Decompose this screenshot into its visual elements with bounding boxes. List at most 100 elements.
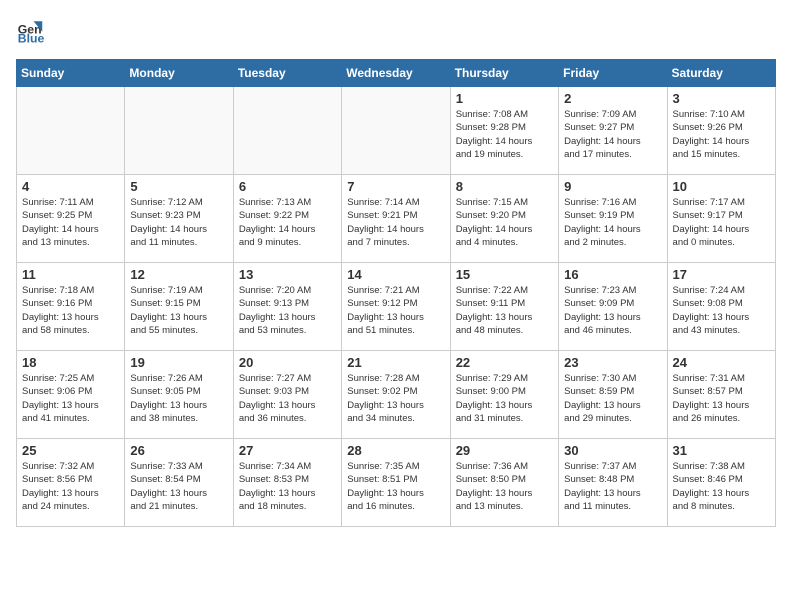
calendar-cell: 3Sunrise: 7:10 AM Sunset: 9:26 PM Daylig…	[667, 87, 775, 175]
calendar-cell: 18 Sunrise: 7:25 AM Sunset: 9:06 PM Dayli…	[17, 351, 125, 439]
cell-info: Sunrise: 7:26 AM Sunset: 9:05 PM Dayligh…	[130, 372, 227, 425]
day-number: 5	[130, 179, 227, 194]
calendar-cell: 31 Sunrise: 7:38 AM Sunset: 8:46 PM Dayli…	[667, 439, 775, 527]
cell-info: Sunrise: 7:25 AM Sunset: 9:06 PM Dayligh…	[22, 372, 119, 425]
calendar-cell	[17, 87, 125, 175]
cell-info: Sunrise: 7:12 AM Sunset: 9:23 PM Dayligh…	[130, 196, 227, 249]
logo: Gen Blue	[16, 16, 48, 49]
week-row-3: 11 Sunrise: 7:18 AM Sunset: 9:16 PM Dayli…	[17, 263, 776, 351]
week-row-2: 4 Sunrise: 7:11 AM Sunset: 9:25 PM Daylig…	[17, 175, 776, 263]
calendar-cell: 8 Sunrise: 7:15 AM Sunset: 9:20 PM Daylig…	[450, 175, 558, 263]
calendar-cell: 10 Sunrise: 7:17 AM Sunset: 9:17 PM Dayli…	[667, 175, 775, 263]
day-number: 20	[239, 355, 336, 370]
calendar-cell: 5 Sunrise: 7:12 AM Sunset: 9:23 PM Daylig…	[125, 175, 233, 263]
calendar-cell: 17Sunrise: 7:24 AM Sunset: 9:08 PM Dayli…	[667, 263, 775, 351]
cell-info: Sunrise: 7:28 AM Sunset: 9:02 PM Dayligh…	[347, 372, 444, 425]
cell-info: Sunrise: 7:30 AM Sunset: 8:59 PM Dayligh…	[564, 372, 661, 425]
cell-info: Sunrise: 7:32 AM Sunset: 8:56 PM Dayligh…	[22, 460, 119, 513]
week-row-5: 25Sunrise: 7:32 AM Sunset: 8:56 PM Dayli…	[17, 439, 776, 527]
calendar-cell: 15 Sunrise: 7:22 AM Sunset: 9:11 PM Dayli…	[450, 263, 558, 351]
cell-info: Sunrise: 7:24 AM Sunset: 9:08 PM Dayligh…	[673, 284, 770, 337]
calendar-cell: 16 Sunrise: 7:23 AM Sunset: 9:09 PM Dayli…	[559, 263, 667, 351]
cell-info: Sunrise: 7:31 AM Sunset: 8:57 PM Dayligh…	[673, 372, 770, 425]
calendar-cell: 14Sunrise: 7:21 AM Sunset: 9:12 PM Dayli…	[342, 263, 450, 351]
cell-info: Sunrise: 7:35 AM Sunset: 8:51 PM Dayligh…	[347, 460, 444, 513]
week-row-1: 1Sunrise: 7:08 AM Sunset: 9:28 PM Daylig…	[17, 87, 776, 175]
calendar-cell: 29 Sunrise: 7:36 AM Sunset: 8:50 PM Dayli…	[450, 439, 558, 527]
day-number: 27	[239, 443, 336, 458]
cell-info: Sunrise: 7:33 AM Sunset: 8:54 PM Dayligh…	[130, 460, 227, 513]
cell-info: Sunrise: 7:22 AM Sunset: 9:11 PM Dayligh…	[456, 284, 553, 337]
day-number: 19	[130, 355, 227, 370]
calendar-cell: 20Sunrise: 7:27 AM Sunset: 9:03 PM Dayli…	[233, 351, 341, 439]
calendar-cell: 1Sunrise: 7:08 AM Sunset: 9:28 PM Daylig…	[450, 87, 558, 175]
calendar-cell: 13 Sunrise: 7:20 AM Sunset: 9:13 PM Dayli…	[233, 263, 341, 351]
calendar-cell: 4 Sunrise: 7:11 AM Sunset: 9:25 PM Daylig…	[17, 175, 125, 263]
calendar-cell: 22Sunrise: 7:29 AM Sunset: 9:00 PM Dayli…	[450, 351, 558, 439]
day-number: 29	[456, 443, 553, 458]
cell-info: Sunrise: 7:09 AM Sunset: 9:27 PM Dayligh…	[564, 108, 661, 161]
calendar-cell: 21 Sunrise: 7:28 AM Sunset: 9:02 PM Dayli…	[342, 351, 450, 439]
calendar-cell: 2 Sunrise: 7:09 AM Sunset: 9:27 PM Daylig…	[559, 87, 667, 175]
header-friday: Friday	[559, 60, 667, 87]
day-number: 12	[130, 267, 227, 282]
day-number: 8	[456, 179, 553, 194]
calendar-cell: 24Sunrise: 7:31 AM Sunset: 8:57 PM Dayli…	[667, 351, 775, 439]
header-sunday: Sunday	[17, 60, 125, 87]
calendar-cell: 27 Sunrise: 7:34 AM Sunset: 8:53 PM Dayli…	[233, 439, 341, 527]
header-thursday: Thursday	[450, 60, 558, 87]
week-row-4: 18 Sunrise: 7:25 AM Sunset: 9:06 PM Dayli…	[17, 351, 776, 439]
day-number: 11	[22, 267, 119, 282]
day-number: 2	[564, 91, 661, 106]
header-saturday: Saturday	[667, 60, 775, 87]
header-monday: Monday	[125, 60, 233, 87]
day-number: 14	[347, 267, 444, 282]
day-number: 22	[456, 355, 553, 370]
header-wednesday: Wednesday	[342, 60, 450, 87]
cell-info: Sunrise: 7:18 AM Sunset: 9:16 PM Dayligh…	[22, 284, 119, 337]
cell-info: Sunrise: 7:15 AM Sunset: 9:20 PM Dayligh…	[456, 196, 553, 249]
day-number: 1	[456, 91, 553, 106]
cell-info: Sunrise: 7:20 AM Sunset: 9:13 PM Dayligh…	[239, 284, 336, 337]
day-number: 9	[564, 179, 661, 194]
calendar-cell	[125, 87, 233, 175]
calendar-cell	[342, 87, 450, 175]
day-number: 21	[347, 355, 444, 370]
day-number: 23	[564, 355, 661, 370]
day-number: 13	[239, 267, 336, 282]
cell-info: Sunrise: 7:14 AM Sunset: 9:21 PM Dayligh…	[347, 196, 444, 249]
calendar-cell: 28 Sunrise: 7:35 AM Sunset: 8:51 PM Dayli…	[342, 439, 450, 527]
calendar-cell: 11 Sunrise: 7:18 AM Sunset: 9:16 PM Dayli…	[17, 263, 125, 351]
calendar-cell	[233, 87, 341, 175]
calendar-cell: 9 Sunrise: 7:16 AM Sunset: 9:19 PM Daylig…	[559, 175, 667, 263]
cell-info: Sunrise: 7:17 AM Sunset: 9:17 PM Dayligh…	[673, 196, 770, 249]
calendar-cell: 26Sunrise: 7:33 AM Sunset: 8:54 PM Dayli…	[125, 439, 233, 527]
header: Gen Blue	[16, 16, 776, 49]
calendar-cell: 6 Sunrise: 7:13 AM Sunset: 9:22 PM Daylig…	[233, 175, 341, 263]
cell-info: Sunrise: 7:34 AM Sunset: 8:53 PM Dayligh…	[239, 460, 336, 513]
cell-info: Sunrise: 7:37 AM Sunset: 8:48 PM Dayligh…	[564, 460, 661, 513]
day-number: 31	[673, 443, 770, 458]
day-number: 15	[456, 267, 553, 282]
cell-info: Sunrise: 7:11 AM Sunset: 9:25 PM Dayligh…	[22, 196, 119, 249]
day-number: 4	[22, 179, 119, 194]
cell-info: Sunrise: 7:16 AM Sunset: 9:19 PM Dayligh…	[564, 196, 661, 249]
cell-info: Sunrise: 7:10 AM Sunset: 9:26 PM Dayligh…	[673, 108, 770, 161]
day-number: 18	[22, 355, 119, 370]
calendar-table: SundayMondayTuesdayWednesdayThursdayFrid…	[16, 59, 776, 527]
day-number: 10	[673, 179, 770, 194]
calendar-cell: 25Sunrise: 7:32 AM Sunset: 8:56 PM Dayli…	[17, 439, 125, 527]
day-number: 7	[347, 179, 444, 194]
cell-info: Sunrise: 7:36 AM Sunset: 8:50 PM Dayligh…	[456, 460, 553, 513]
day-number: 30	[564, 443, 661, 458]
calendar-cell: 30 Sunrise: 7:37 AM Sunset: 8:48 PM Dayli…	[559, 439, 667, 527]
cell-info: Sunrise: 7:19 AM Sunset: 9:15 PM Dayligh…	[130, 284, 227, 337]
day-number: 6	[239, 179, 336, 194]
day-number: 16	[564, 267, 661, 282]
header-tuesday: Tuesday	[233, 60, 341, 87]
calendar-cell: 7 Sunrise: 7:14 AM Sunset: 9:21 PM Daylig…	[342, 175, 450, 263]
cell-info: Sunrise: 7:13 AM Sunset: 9:22 PM Dayligh…	[239, 196, 336, 249]
cell-info: Sunrise: 7:23 AM Sunset: 9:09 PM Dayligh…	[564, 284, 661, 337]
cell-info: Sunrise: 7:38 AM Sunset: 8:46 PM Dayligh…	[673, 460, 770, 513]
day-number: 28	[347, 443, 444, 458]
